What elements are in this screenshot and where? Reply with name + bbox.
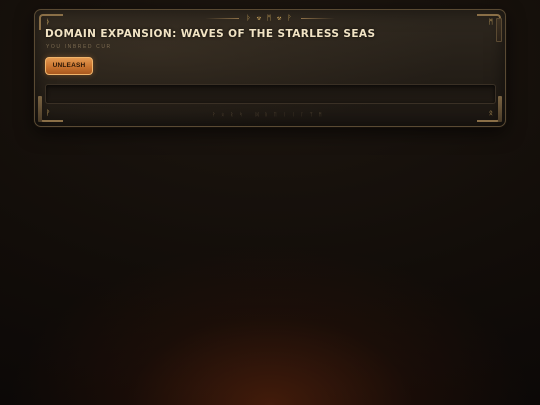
subtitle: YOU INBRED CUR [46,44,112,50]
side-ornament-left [38,96,42,122]
divider-line [301,17,336,19]
log-area [45,84,496,104]
domain-panel: ᚦ ᛗ ᚹ ᛟ ᚦ ⚒ ᛗ ⚒ ᚹ DOMAIN EXPANSION: WAVE… [34,9,506,127]
footer-runes: ᚹᛟᚱᛋ ᛞᚱᛖᛁᛁᛚᛉᛗ [212,112,328,118]
divider-line [204,17,239,19]
page-title: DOMAIN EXPANSION: WAVES OF THE STARLESS … [45,28,376,40]
unleash-button[interactable]: UNLEASH [45,57,93,75]
header-runes-text: ᚦ ⚒ ᛗ ⚒ ᚹ [246,15,294,22]
header-runes: ᚦ ⚒ ᛗ ⚒ ᚹ [35,15,505,22]
side-ornament-right [498,96,502,122]
